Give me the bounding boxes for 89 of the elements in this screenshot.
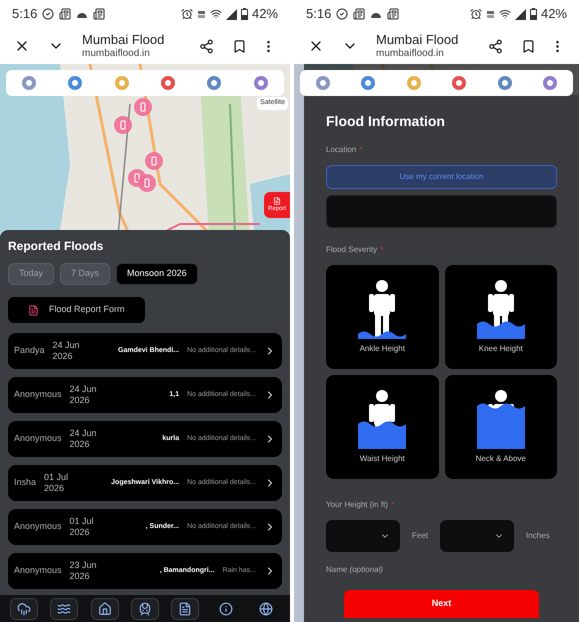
alarm-icon: [180, 8, 193, 20]
nav-button[interactable]: [50, 598, 78, 620]
field-label: Location: [326, 144, 356, 156]
required-mark: *: [359, 144, 362, 156]
nav-button[interactable]: [171, 598, 200, 620]
status-time: 5:16: [12, 5, 38, 24]
document-icon: [28, 304, 39, 316]
share-icon[interactable]: [488, 38, 503, 54]
signal-icon: [226, 8, 237, 20]
person-in-water-icon: [356, 279, 408, 339]
logo-icon: [496, 75, 513, 91]
battery-level: 42%: [252, 5, 278, 24]
logo-icon: [114, 75, 130, 91]
nav-button[interactable]: [130, 598, 159, 620]
panel-title: Reported Floods: [8, 238, 104, 255]
bookmark-icon[interactable]: [521, 38, 536, 54]
person-in-water-icon: [474, 389, 527, 449]
news-icon: [93, 8, 106, 20]
document-icon: [273, 196, 281, 204]
reporter-name: Anonymous: [14, 520, 62, 534]
nav-button[interactable]: [90, 598, 119, 620]
required-mark: *: [390, 499, 394, 511]
logo-icon: [21, 75, 38, 91]
house-icon: [98, 602, 112, 616]
status-time: 5:16: [306, 5, 332, 24]
report-date: 24 Jun 2026: [70, 428, 98, 450]
reporter-name: Insha: [14, 476, 36, 490]
unit-label: Inches: [526, 530, 550, 542]
info-icon: [218, 602, 233, 616]
required-mark: *: [380, 244, 384, 256]
map-pin-icon[interactable]: [134, 98, 152, 116]
form-button[interactable]: Flood Report Form: [8, 297, 145, 323]
share-icon[interactable]: [199, 38, 214, 54]
news-icon: [353, 8, 366, 20]
reporter-name: Anonymous: [14, 432, 62, 446]
logo-icon: [206, 75, 222, 91]
battery-icon: [530, 8, 537, 20]
next-button[interactable]: Next: [344, 590, 539, 618]
reporter-name: Anonymous: [14, 388, 62, 402]
logo-icon: [542, 75, 558, 91]
alarm-icon: [470, 8, 482, 20]
map-pin-icon[interactable]: [145, 152, 163, 170]
train-icon: [138, 602, 152, 616]
field-label: Name (optional): [326, 564, 384, 576]
report-date: 24 Jun 2026: [52, 340, 81, 362]
unit-label: Feet: [412, 530, 428, 542]
person-in-water-icon: [356, 389, 408, 449]
report-date: 01 Jul 2026: [70, 516, 95, 538]
reporter-name: Pandya: [14, 344, 45, 358]
severity-option[interactable]: Ankle Height: [326, 265, 438, 369]
page-url: mumbaiflood.in: [376, 48, 445, 60]
severity-option[interactable]: Neck & Above: [444, 375, 557, 479]
battery-icon: [240, 8, 248, 20]
news-icon: [387, 8, 400, 20]
waves-icon: [57, 602, 72, 616]
logo-icon: [252, 75, 269, 91]
severity-option[interactable]: Waist Height: [326, 375, 438, 479]
page-title: Mumbai Flood: [82, 32, 166, 48]
page-title: Mumbai Flood: [376, 32, 460, 48]
news-icon: [59, 8, 72, 20]
battery-level: 42%: [540, 5, 567, 24]
map-pin-icon[interactable]: [138, 174, 156, 192]
severity-option[interactable]: Knee Height: [444, 265, 557, 369]
nav-button[interactable]: [10, 598, 38, 620]
document-icon: [178, 602, 192, 616]
logo-icon: [360, 75, 376, 91]
report-date: 24 Jun 2026: [70, 384, 98, 406]
rain-cloud-icon: [17, 602, 32, 616]
bookmark-icon[interactable]: [232, 38, 247, 54]
map-pin-icon[interactable]: [114, 116, 132, 134]
reporter-name: Anonymous: [14, 564, 62, 578]
globe-icon: [258, 602, 273, 616]
logo-icon: [314, 75, 331, 91]
location-field[interactable]: [326, 195, 557, 228]
logo-icon: [160, 75, 176, 91]
logo-icon: [406, 75, 422, 91]
field-label: Flood Severity: [326, 244, 378, 256]
check-icon: [336, 8, 348, 20]
logo-icon: [451, 75, 468, 91]
report-date: 01 Jul 2026: [44, 472, 70, 494]
page-url: mumbaiflood.in: [82, 48, 151, 60]
report-date: 23 Jun 2026: [70, 560, 98, 582]
person-in-water-icon: [474, 279, 527, 339]
filter-tab[interactable]: Monsoon 2026: [116, 263, 198, 285]
signal-icon: [514, 8, 526, 20]
check-icon: [42, 8, 54, 20]
form-title: Flood Information: [326, 112, 446, 131]
logo-icon: [67, 75, 84, 91]
field-label: Your Height (in ft): [326, 499, 388, 511]
